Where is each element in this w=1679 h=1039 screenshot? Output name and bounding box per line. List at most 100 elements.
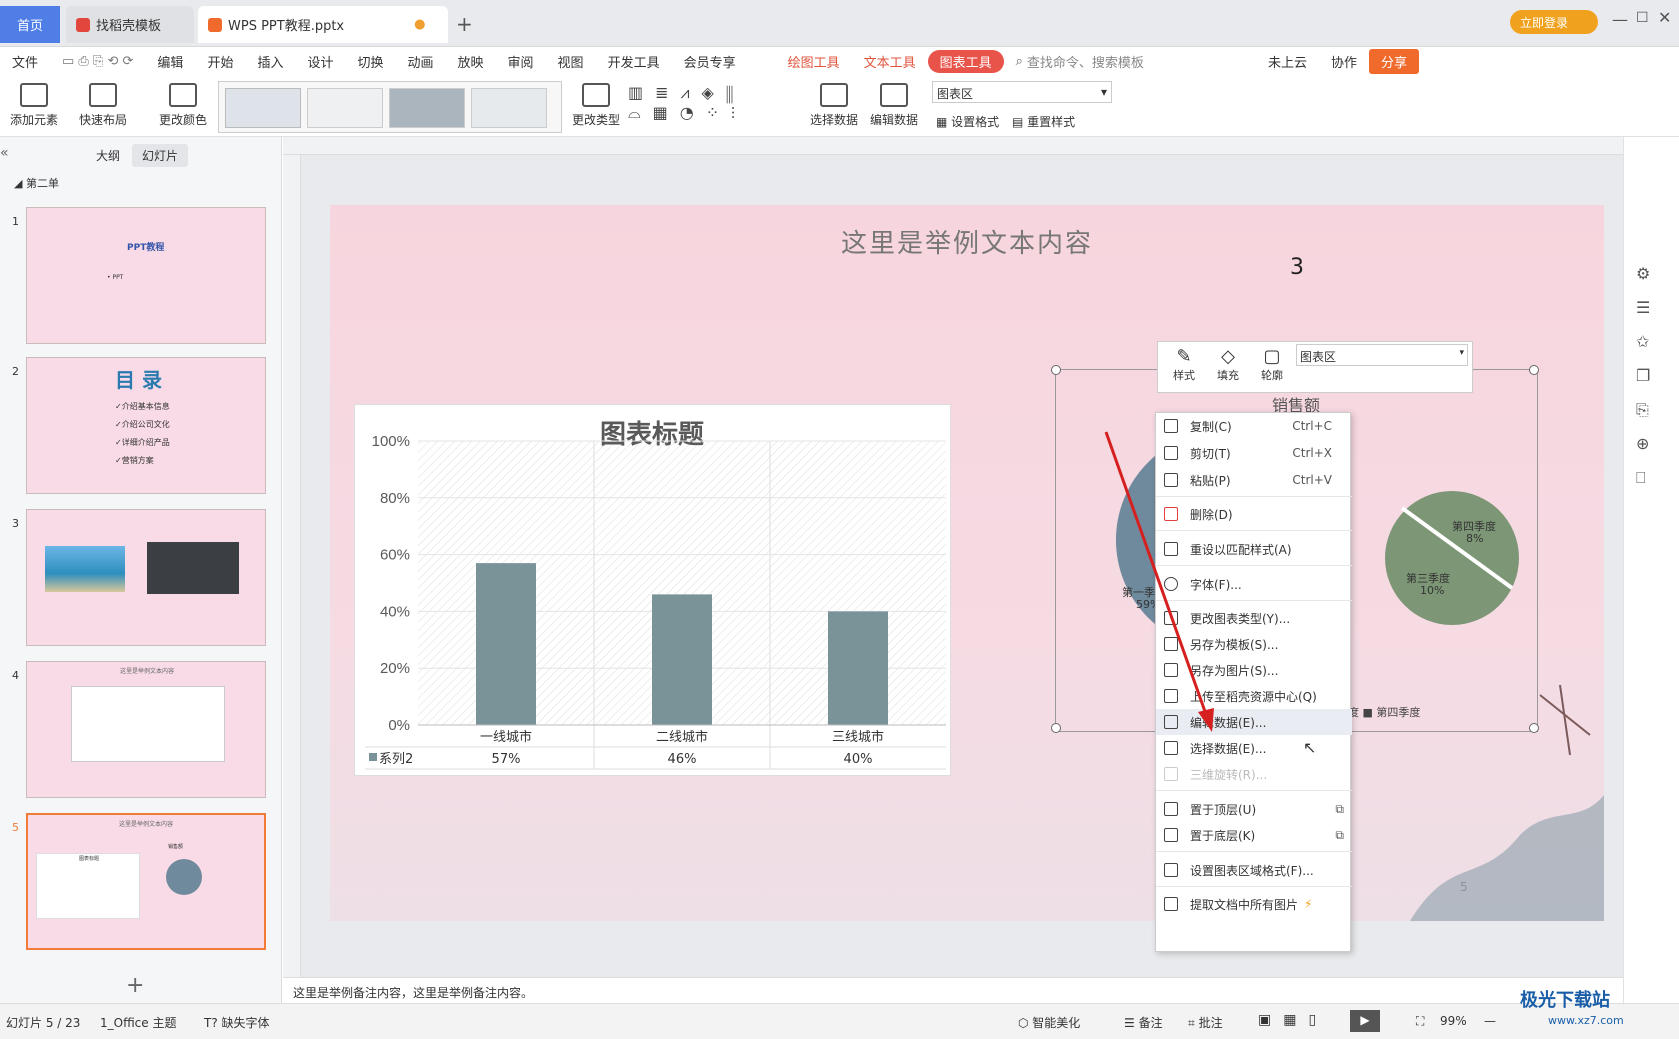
chart-style-4[interactable]: [471, 88, 547, 128]
menu-transition[interactable]: 切换: [345, 52, 395, 71]
menu-slideshow[interactable]: 放映: [446, 52, 496, 71]
menu-design[interactable]: 设计: [295, 52, 345, 71]
menu-view[interactable]: 视图: [546, 52, 596, 71]
resize-handle[interactable]: [1051, 365, 1061, 375]
chart-area-select[interactable]: 图表区 ▾: [932, 81, 1112, 103]
tab-document[interactable]: WPS PPT教程.pptx ●: [198, 6, 448, 43]
chart-title[interactable]: 图表标题: [600, 419, 704, 449]
notes-pane[interactable]: 这里是举例备注内容，这里是举例备注内容。: [283, 977, 1623, 1003]
ctx-extract-images[interactable]: 提取文档中所有图片 ⚡: [1156, 891, 1352, 917]
menu-edit[interactable]: 编辑: [145, 52, 195, 71]
ctx-upload[interactable]: 上传至稻壳资源中心(Q): [1156, 683, 1352, 709]
set-format-button[interactable]: ▦ 设置格式: [936, 113, 999, 130]
collapse-panel-icon[interactable]: «: [0, 145, 9, 161]
notes-text[interactable]: 这里是举例备注内容，这里是举例备注内容。: [293, 984, 533, 1001]
zoom-out-icon[interactable]: —: [1484, 1014, 1496, 1028]
theme-name[interactable]: 1_Office 主题: [100, 1014, 176, 1031]
bar-chart[interactable]: 图表标题 100% 80% 60% 40% 20% 0% 一线城市 57% 二线城市 46% 三线…: [354, 404, 951, 776]
menu-draw-tools[interactable]: 绘图工具: [776, 52, 852, 71]
layer-up-icon[interactable]: ⧉: [1335, 802, 1344, 817]
menu-chart-tools[interactable]: 图表工具: [927, 49, 1004, 73]
menu-animation[interactable]: 动画: [396, 52, 446, 71]
layer-down-icon[interactable]: ⧉: [1335, 828, 1344, 843]
ctx-bring-top[interactable]: 置于顶层(U) ⧉: [1156, 796, 1352, 822]
ctx-save-image[interactable]: 另存为图片(S)...: [1156, 657, 1352, 683]
chart-style-3[interactable]: [389, 88, 465, 128]
new-tab-icon[interactable]: +: [456, 12, 473, 36]
chart-style-gallery[interactable]: [218, 81, 562, 133]
collab-button[interactable]: 协作: [1319, 52, 1369, 71]
login-button[interactable]: 立即登录: [1510, 10, 1598, 34]
ctx-reset-style[interactable]: 重设以匹配样式(A): [1156, 536, 1352, 562]
chart-style-1[interactable]: [225, 88, 301, 128]
share-button[interactable]: 分享: [1368, 48, 1419, 74]
menu-review[interactable]: 审阅: [496, 52, 546, 71]
slide-title[interactable]: 这里是举例文本内容: [330, 223, 1604, 260]
bar[interactable]: [476, 563, 536, 725]
ctx-delete[interactable]: 删除(D): [1156, 501, 1352, 527]
maximize-icon[interactable]: ☐: [1636, 10, 1649, 26]
ctx-format-area[interactable]: 设置图表区域格式(F)...: [1156, 857, 1352, 883]
minimize-icon[interactable]: —: [1612, 10, 1628, 29]
ctx-cut[interactable]: 剪切(T) Ctrl+X: [1156, 440, 1352, 466]
zoom-level[interactable]: 99%: [1440, 1014, 1467, 1028]
fit-window-icon[interactable]: ⛶: [1416, 1014, 1424, 1029]
style-button[interactable]: ✎ 样式: [1166, 346, 1202, 383]
select-data-button[interactable]: 选择数据: [806, 79, 862, 128]
comment-toggle[interactable]: ⌗ 批注: [1188, 1014, 1223, 1031]
resize-handle[interactable]: [1051, 723, 1061, 733]
play-icon[interactable]: ▶: [1350, 1010, 1380, 1032]
resize-handle[interactable]: [1529, 365, 1539, 375]
change-type-button[interactable]: 更改类型: [568, 79, 624, 128]
edit-data-button[interactable]: 编辑数据: [866, 79, 922, 128]
quick-layout-button[interactable]: 快速布局: [70, 79, 136, 128]
section-name[interactable]: ◢ 第二单: [14, 175, 59, 191]
tab-slides[interactable]: 幻灯片: [132, 144, 189, 167]
menu-insert[interactable]: 插入: [245, 52, 295, 71]
slide-thumb-5[interactable]: 这里是举例文本内容 图表标题 销售额: [26, 813, 266, 950]
menu-member[interactable]: 会员专享: [672, 52, 748, 71]
menu-developer[interactable]: 开发工具: [596, 52, 672, 71]
close-icon[interactable]: ✕: [1658, 8, 1671, 27]
tab-outline[interactable]: 大纲: [96, 147, 120, 164]
slide-thumb-3[interactable]: [26, 509, 266, 646]
ctx-select-data[interactable]: 选择数据(E)...: [1156, 735, 1352, 761]
ctx-edit-data[interactable]: 编辑数据(E)...: [1156, 709, 1352, 735]
mini-area-select[interactable]: 图表区 ▾: [1296, 344, 1468, 366]
slide-thumb-2[interactable]: 目 录 ✓介绍基本信息 ✓介绍公司文化 ✓详细介绍产品 ✓营销方案: [26, 357, 266, 494]
change-color-button[interactable]: 更改颜色: [150, 79, 216, 128]
menu-start[interactable]: 开始: [195, 52, 245, 71]
reset-style-button[interactable]: ▤ 重置样式: [1012, 113, 1075, 130]
add-slide-icon[interactable]: +: [126, 973, 144, 998]
ctx-save-template[interactable]: 另存为模板(S)...: [1156, 631, 1352, 657]
quick-access-icons[interactable]: ▭ ⎙ ⎘ ⟲ ⟳: [50, 54, 145, 69]
menu-text-tools[interactable]: 文本工具: [852, 52, 928, 71]
slide-number-text[interactable]: 3: [1290, 255, 1304, 280]
outline-button[interactable]: ▢ 轮廓: [1254, 346, 1290, 383]
chart-style-2[interactable]: [307, 88, 383, 128]
slide-thumb-1[interactable]: PPT教程 • PPT: [26, 207, 266, 344]
bar[interactable]: [652, 594, 712, 725]
missing-font-button[interactable]: T? 缺失字体: [204, 1014, 270, 1031]
ctx-change-type[interactable]: 更改图表类型(Y)...: [1156, 605, 1352, 631]
resize-handle[interactable]: [1529, 723, 1539, 733]
tab-home[interactable]: 首页: [0, 6, 60, 43]
view-mode-icons[interactable]: ▣▦▯: [1258, 1012, 1328, 1028]
menu-file[interactable]: 文件: [0, 52, 50, 71]
beautify-button[interactable]: ⬡ 智能美化: [1018, 1014, 1080, 1031]
add-element-button[interactable]: 添加元素: [4, 79, 64, 128]
slide-thumb-4[interactable]: 这里是举例文本内容: [26, 661, 266, 798]
ctx-send-bottom[interactable]: 置于底层(K) ⧉: [1156, 822, 1352, 848]
notes-toggle[interactable]: ☰ 备注: [1124, 1014, 1163, 1031]
tab-template[interactable]: 找稻壳模板: [66, 6, 194, 43]
ctx-font[interactable]: 字体(F)...: [1156, 571, 1352, 597]
sidebar-tool-icons[interactable]: ⚙ ☰ ✩ ❐ ⎘ ⊕ ⎕: [1636, 257, 1650, 495]
fill-button[interactable]: ◇ 填充: [1210, 346, 1246, 383]
command-search[interactable]: 查找命令、搜索模板: [1027, 52, 1144, 71]
cloud-status[interactable]: 未上云: [1256, 52, 1319, 71]
bar[interactable]: [828, 611, 888, 725]
ctx-copy[interactable]: 复制(C) Ctrl+C: [1156, 413, 1352, 439]
chart-type-icons[interactable]: ▥≣⩘◈⫼ ⌓▦◔⁘⫶: [628, 83, 798, 131]
thumb5-chart: 图表标题: [36, 853, 140, 919]
ctx-paste[interactable]: 粘贴(P) Ctrl+V: [1156, 467, 1352, 493]
